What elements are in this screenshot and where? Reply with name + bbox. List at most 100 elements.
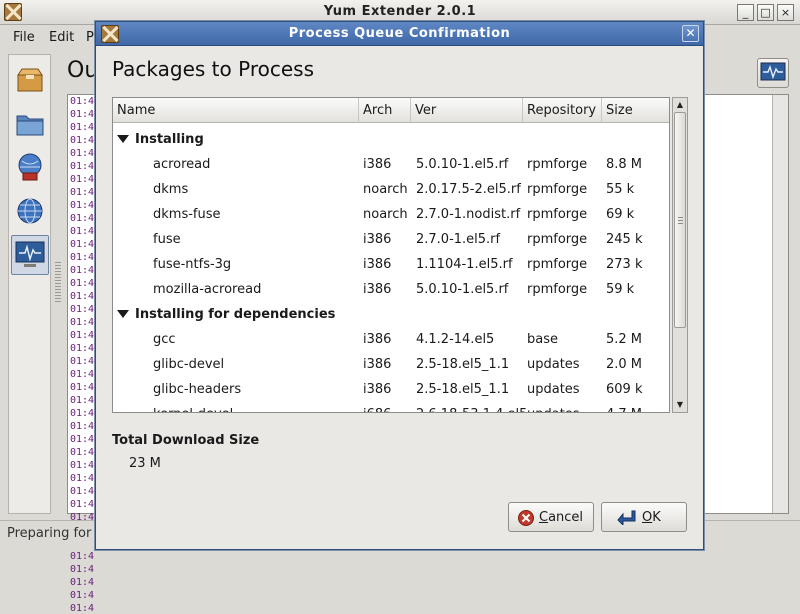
log-line: 01:4 [70, 460, 95, 471]
pane-grip[interactable] [55, 262, 61, 302]
activity-monitor-button[interactable] [757, 58, 789, 88]
table-row[interactable]: fuse i386 2.7.0-1.el5.rf rpmforge 245 k [113, 228, 669, 253]
table-scrollbar[interactable]: ▲ ▼ [672, 97, 688, 413]
cell-size: 59 k [606, 282, 635, 297]
main-window-title: Yum Extender 2.0.1 [323, 4, 477, 19]
total-download-value: 23 M [129, 456, 161, 471]
log-line: 01:4 [70, 148, 95, 159]
table-row[interactable]: glibc-headers i386 2.5-18.el5_1.1 updates 60… [113, 378, 669, 403]
dialog-titlebar[interactable]: Process Queue Confirmation ✕ [96, 22, 703, 46]
group-label: Installing [135, 132, 204, 147]
folder-icon[interactable] [14, 107, 46, 139]
cell-repo: rpmforge [527, 257, 588, 272]
cell-repo: base [527, 332, 558, 347]
cell-ver: 2.0.17.5-2.el5.rf [416, 182, 521, 197]
log-line: 01:4 [70, 252, 95, 263]
log-line: 01:4 [70, 226, 95, 237]
cancel-button[interactable]: Cancel [508, 502, 594, 532]
log-line: 01:4 [70, 161, 95, 172]
process-queue-dialog: Process Queue Confirmation ✕ Packages to… [95, 21, 704, 550]
cell-repo: rpmforge [527, 157, 588, 172]
log-line: 01:4 [70, 486, 95, 497]
status-text: Preparing for [7, 526, 92, 541]
cell-repo: rpmforge [527, 182, 588, 197]
table-row[interactable]: dkms-fuse noarch 2.7.0-1.nodist.rf rpmforge… [113, 203, 669, 228]
cell-arch: i386 [363, 282, 392, 297]
cancel-icon [518, 510, 534, 526]
output-heading: Ou [67, 58, 99, 83]
minimize-button[interactable]: _ [737, 4, 754, 21]
cell-ver: 5.0.10-1.el5.rf [416, 282, 509, 297]
cell-name: fuse [153, 232, 181, 247]
cell-ver: 2.5-18.el5_1.1 [416, 382, 510, 397]
package-table[interactable]: Name Arch Ver Repository Size Installing… [112, 97, 670, 413]
column-header-size[interactable]: Size [602, 98, 669, 123]
log-line: 01:4 [70, 291, 95, 302]
monitor-icon[interactable] [11, 235, 49, 275]
column-header-name[interactable]: Name [113, 98, 359, 123]
column-header-ver[interactable]: Ver [411, 98, 523, 123]
cell-repo: rpmforge [527, 207, 588, 222]
group-row[interactable]: Installing for dependencies [113, 303, 669, 328]
table-row[interactable]: dkms noarch 2.0.17.5-2.el5.rf rpmforge 55 k [113, 178, 669, 203]
log-line: 01:4 [70, 239, 95, 250]
total-download-label: Total Download Size [112, 433, 260, 448]
table-row[interactable]: fuse-ntfs-3g i386 1.1104-1.el5.rf rpmforge 2… [113, 253, 669, 278]
cell-arch: i386 [363, 332, 392, 347]
log-line: 01:4 [70, 603, 95, 614]
dialog-heading: Packages to Process [112, 57, 314, 81]
cell-size: 5.2 M [606, 332, 643, 347]
log-line: 01:4 [70, 304, 95, 315]
column-header-repository[interactable]: Repository [523, 98, 602, 123]
table-row[interactable]: mozilla-acroread i386 5.0.10-1.el5.rf rpmfo… [113, 278, 669, 303]
ok-button[interactable]: OK [601, 502, 687, 532]
log-line: 01:4 [70, 278, 95, 289]
ok-label: OK [642, 510, 661, 525]
menu-file[interactable]: File [13, 30, 35, 45]
log-line: 01:4 [70, 174, 95, 185]
log-line: 01:4 [70, 187, 95, 198]
log-scrollbar[interactable] [772, 95, 788, 513]
menu-p[interactable]: P [86, 30, 94, 45]
table-row[interactable]: acroread i386 5.0.10-1.el5.rf rpmforge 8.8 M [113, 153, 669, 178]
cell-size: 2.0 M [606, 357, 643, 372]
table-row[interactable]: kernel-devel i686 2.6.18-53.1.4.el5updates… [113, 403, 669, 412]
cell-ver: 2.7.0-1.nodist.rf [416, 207, 521, 222]
cell-repo: updates [527, 407, 580, 412]
scroll-up-icon[interactable]: ▲ [673, 98, 687, 112]
menu-edit[interactable]: Edit [49, 30, 74, 45]
cell-arch: i686 [363, 407, 391, 412]
globe-icon[interactable] [14, 195, 46, 227]
log-line: 01:4 [70, 499, 95, 510]
expander-triangle-icon[interactable] [117, 310, 129, 318]
table-row[interactable]: glibc-devel i386 2.5-18.el5_1.1 updates 2.0 … [113, 353, 669, 378]
log-line: 01:4 [70, 473, 95, 484]
package-icon[interactable] [14, 63, 46, 95]
log-line: 01:4 [70, 343, 95, 354]
expander-triangle-icon[interactable] [117, 135, 129, 143]
scroll-thumb[interactable] [674, 112, 686, 328]
log-line: 01:4 [70, 447, 95, 458]
column-header-arch[interactable]: Arch [359, 98, 411, 123]
log-line: 01:4 [70, 135, 95, 146]
cell-repo: updates [527, 357, 580, 372]
table-row[interactable]: gcc i386 4.1.2-14.el5 base 5.2 M [113, 328, 669, 353]
scroll-down-icon[interactable]: ▼ [673, 398, 687, 412]
log-line: 01:4 [70, 564, 95, 575]
close-button[interactable]: × [777, 4, 794, 21]
cell-ver: 5.0.10-1.el5.rf [416, 157, 509, 172]
log-line: 01:4 [70, 382, 95, 393]
network-repo-icon[interactable] [14, 151, 46, 183]
log-line: 01:4 [70, 356, 95, 367]
log-line: 01:4 [70, 200, 95, 211]
sidebar [8, 54, 51, 514]
log-line: 01:4 [70, 265, 95, 276]
cell-arch: i386 [363, 157, 392, 172]
dialog-close-icon[interactable]: ✕ [682, 25, 699, 42]
log-line: 01:4 [70, 434, 95, 445]
cell-size: 55 k [606, 182, 635, 197]
ok-arrow-icon [617, 510, 636, 525]
maximize-button[interactable]: □ [757, 4, 774, 21]
group-row[interactable]: Installing [113, 128, 669, 153]
dialog-title: Process Queue Confirmation [288, 26, 511, 41]
